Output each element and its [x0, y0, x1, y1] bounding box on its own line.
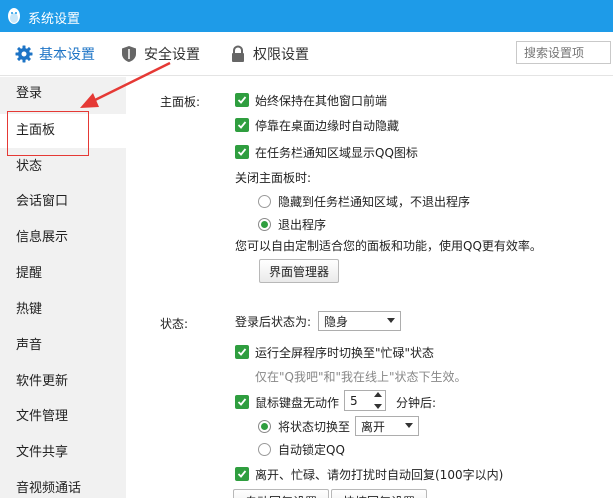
- qq-penguin-icon: [8, 8, 20, 24]
- radio-unselected-icon[interactable]: [258, 442, 271, 456]
- tab-label: 权限设置: [253, 47, 309, 63]
- window-title: 系统设置: [28, 12, 81, 27]
- auto-lock-option[interactable]: 自动锁定QQ: [258, 441, 345, 457]
- fullscreen-hint: 仅在"Q我吧"和"我在线上"状态下生效。: [255, 369, 467, 384]
- sidebar-item-info-display[interactable]: 信息展示: [0, 221, 126, 255]
- checkbox-checked-icon[interactable]: [235, 118, 249, 132]
- chevron-down-icon: [405, 423, 413, 428]
- annotation-highlight-box: [7, 111, 89, 156]
- lock-icon: [229, 45, 247, 63]
- idle-suffix-label: 分钟后:: [396, 395, 437, 410]
- tab-label: 安全设置: [144, 47, 200, 63]
- away-status-dropdown[interactable]: 离开: [355, 416, 419, 436]
- auto-reply-option[interactable]: 离开、忙碌、请勿打扰时自动回复(100字以内): [235, 466, 503, 482]
- sidebar-item-sound[interactable]: 声音: [0, 329, 126, 363]
- gear-icon: [15, 45, 33, 63]
- radio-unselected-icon[interactable]: [258, 194, 271, 208]
- customize-hint: 您可以自由定制适合您的面板和功能，使用QQ更有效率。: [235, 238, 542, 253]
- sidebar-item-file-sharing[interactable]: 文件共享: [0, 436, 126, 470]
- auto-hide-option[interactable]: 停靠在桌面边缘时自动隐藏: [235, 117, 399, 133]
- close-exit-option[interactable]: 退出程序: [258, 216, 326, 232]
- tab-label: 基本设置: [39, 47, 95, 63]
- close-hide-option[interactable]: 隐藏到任务栏通知区域，不退出程序: [258, 193, 470, 209]
- tab-basic-settings[interactable]: 基本设置: [15, 44, 95, 64]
- idle-option[interactable]: 鼠标键盘无动作: [235, 394, 339, 410]
- always-on-top-option[interactable]: 始终保持在其他窗口前端: [235, 92, 387, 108]
- radio-selected-icon[interactable]: [258, 217, 271, 231]
- tab-permission-settings[interactable]: 权限设置: [229, 44, 309, 64]
- sidebar-item-chat-window[interactable]: 会话窗口: [0, 185, 126, 219]
- ui-manager-button[interactable]: 界面管理器: [259, 259, 339, 283]
- idle-minutes-stepper[interactable]: 5: [344, 390, 386, 411]
- sidebar-item-software-update[interactable]: 软件更新: [0, 365, 126, 399]
- sidebar-item-reminders[interactable]: 提醒: [0, 257, 126, 291]
- checkbox-checked-icon[interactable]: [235, 93, 249, 107]
- switch-status-option[interactable]: 将状态切换至: [258, 418, 350, 434]
- sidebar-item-hotkeys[interactable]: 热键: [0, 293, 126, 327]
- checkbox-checked-icon[interactable]: [235, 395, 249, 409]
- status-section-label: 状态:: [160, 317, 189, 331]
- search-settings-input[interactable]: [516, 41, 611, 64]
- sidebar-item-login[interactable]: 登录: [0, 77, 126, 111]
- chevron-down-icon: [387, 318, 395, 323]
- main-panel-section-label: 主面板:: [160, 95, 201, 109]
- checkbox-checked-icon[interactable]: [235, 145, 249, 159]
- auto-reply-settings-button[interactable]: 自动回复设置: [233, 489, 329, 498]
- title-bar: 系统设置: [0, 0, 613, 32]
- checkbox-checked-icon[interactable]: [235, 467, 249, 481]
- quick-reply-settings-button[interactable]: 快捷回复设置: [331, 489, 427, 498]
- sidebar-item-file-management[interactable]: 文件管理: [0, 400, 126, 434]
- settings-content: 主面板: 始终保持在其他窗口前端 停靠在桌面边缘时自动隐藏 在任务栏通知区域显示…: [126, 77, 613, 498]
- login-status-label: 登录后状态为:: [235, 314, 312, 329]
- shield-icon: [120, 45, 138, 63]
- close-panel-label: 关闭主面板时:: [235, 170, 312, 185]
- increment-arrow-icon[interactable]: [373, 392, 382, 397]
- fullscreen-busy-option[interactable]: 运行全屏程序时切换至"忙碌"状态: [235, 344, 434, 360]
- login-status-dropdown[interactable]: 隐身: [318, 311, 401, 331]
- sidebar-item-av-call[interactable]: 音视频通话: [0, 472, 126, 498]
- tray-icon-option[interactable]: 在任务栏通知区域显示QQ图标: [235, 144, 418, 160]
- checkbox-checked-icon[interactable]: [235, 345, 249, 359]
- decrement-arrow-icon[interactable]: [373, 404, 382, 409]
- radio-selected-icon[interactable]: [258, 419, 271, 433]
- tab-security-settings[interactable]: 安全设置: [120, 44, 200, 64]
